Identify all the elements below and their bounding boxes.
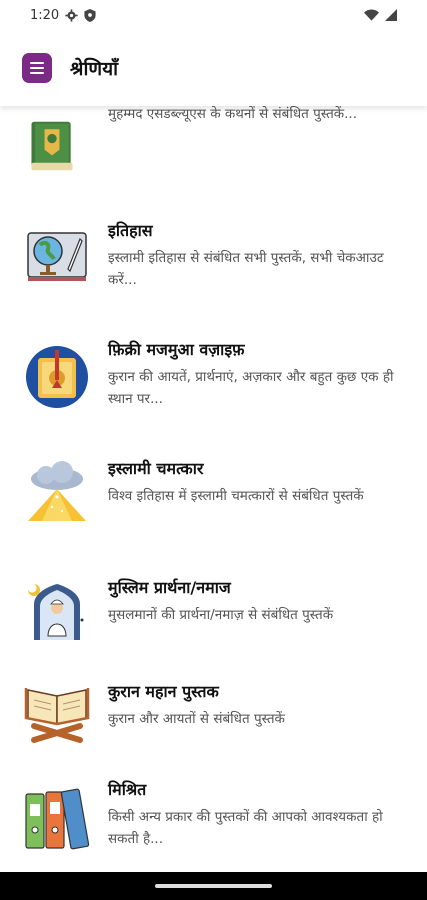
category-description: मुहम्मद एसडब्ल्यूएस के कथनों से संबंधित … <box>108 106 358 122</box>
page-title: श्रेणियाँ <box>70 58 119 80</box>
category-description: कुरान और आयतों से संबंधित पुस्तकें <box>108 711 285 727</box>
menu-button[interactable] <box>22 53 52 83</box>
category-item-miracles[interactable]: इस्लामी चमत्कार विश्व इतिहास में इस्लामी… <box>0 453 427 563</box>
quran-stand-icon <box>24 688 90 743</box>
category-title: इस्लामी चमत्कार <box>108 459 204 478</box>
shield-icon <box>84 8 96 22</box>
category-item-namaz[interactable]: मुस्लिम प्रार्थना/नमाज मुसलमानों की प्रा… <box>0 572 427 682</box>
status-time: 1:20 <box>30 7 60 23</box>
signal-icon <box>385 9 397 21</box>
miracle-cloud-icon <box>28 461 86 521</box>
globe-map-icon <box>27 232 87 281</box>
category-list[interactable]: मुहम्मद एसडब्ल्यूएस के कथनों से संबंधित … <box>0 106 427 872</box>
status-bar: 1:20 <box>0 0 427 30</box>
category-description: कुरान की आयतें, प्रार्थनाएं, अज़कार और ब… <box>108 369 394 407</box>
category-description: मुसलमानों की प्रार्थना/नमाज़ से संबंधित … <box>108 607 334 623</box>
menu-icon-line <box>30 72 44 74</box>
category-description: किसी अन्य प्रकार की पुस्तकों की आपको आवश… <box>108 809 383 847</box>
category-item-history[interactable]: इतिहास इस्लामी इतिहास से संबंधित सभी पुस… <box>0 215 427 325</box>
home-gesture-handle[interactable] <box>155 884 272 888</box>
category-item-wazaif[interactable]: फ़िक्री मजमुआ वज़ाइफ़ कुरान की आयतें, प्… <box>0 334 427 444</box>
hadith-book-icon <box>31 121 73 171</box>
praying-person-icon <box>28 584 84 640</box>
category-title: फ़िक्री मजमुआ वज़ाइफ़ <box>108 340 245 359</box>
system-navigation-bar <box>0 872 427 900</box>
category-title: कुरान महान पुस्तक <box>108 682 219 701</box>
prayer-book-icon <box>26 346 88 408</box>
category-item-quran[interactable]: कुरान महान पुस्तक कुरान और आयतों से संबं… <box>0 676 427 786</box>
menu-icon <box>30 62 44 64</box>
menu-icon-line <box>30 67 44 69</box>
settings-gear-icon <box>65 8 78 22</box>
category-description: इस्लामी इतिहास से संबंधित सभी पुस्तकें, … <box>108 250 384 288</box>
category-title: मुस्लिम प्रार्थना/नमाज <box>108 578 231 597</box>
app-bar: श्रेणियाँ <box>0 30 427 106</box>
category-item-hadith[interactable]: मुहम्मद एसडब्ल्यूएस के कथनों से संबंधित … <box>0 106 427 186</box>
category-title: मिश्रित <box>108 780 147 799</box>
category-title: इतिहास <box>108 221 153 240</box>
category-item-miscellaneous[interactable]: मिश्रित किसी अन्य प्रकार की पुस्तकों की … <box>0 774 427 872</box>
binders-icon <box>25 788 90 850</box>
wifi-icon <box>364 9 379 21</box>
category-description: विश्व इतिहास में इस्लामी चमत्कारों से सं… <box>108 488 364 504</box>
